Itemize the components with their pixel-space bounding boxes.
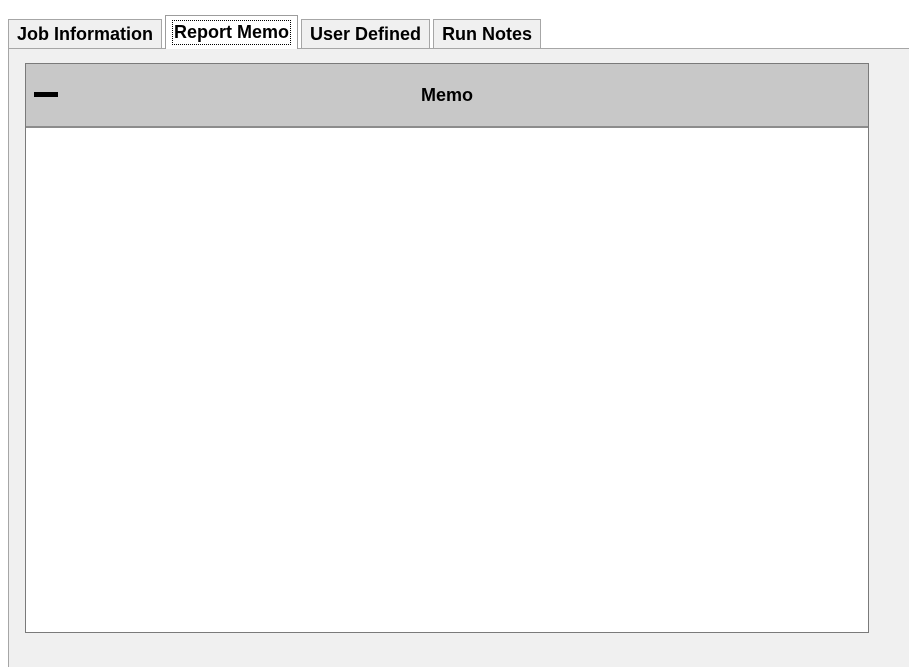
tab-user-defined[interactable]: User Defined [301, 19, 431, 49]
window-root: Job Information Report Memo User Defined… [0, 0, 909, 667]
tab-label: User Defined [310, 24, 422, 44]
tab-label: Report Memo [171, 20, 292, 45]
memo-title: Memo [420, 84, 473, 105]
tab-report-memo[interactable]: Report Memo [165, 15, 299, 49]
tab-label: Job Information [17, 24, 153, 44]
memo-textarea[interactable] [26, 128, 868, 632]
memo-group: Memo [25, 63, 869, 633]
tab-job-information[interactable]: Job Information [8, 19, 162, 49]
tab-label: Run Notes [442, 24, 533, 44]
memo-header: Memo [26, 64, 868, 128]
tab-run-notes[interactable]: Run Notes [433, 19, 542, 49]
minus-icon[interactable] [34, 92, 58, 97]
tab-strip: Job Information Report Memo User Defined… [8, 15, 544, 49]
tab-panel-report-memo: Memo [8, 48, 909, 667]
